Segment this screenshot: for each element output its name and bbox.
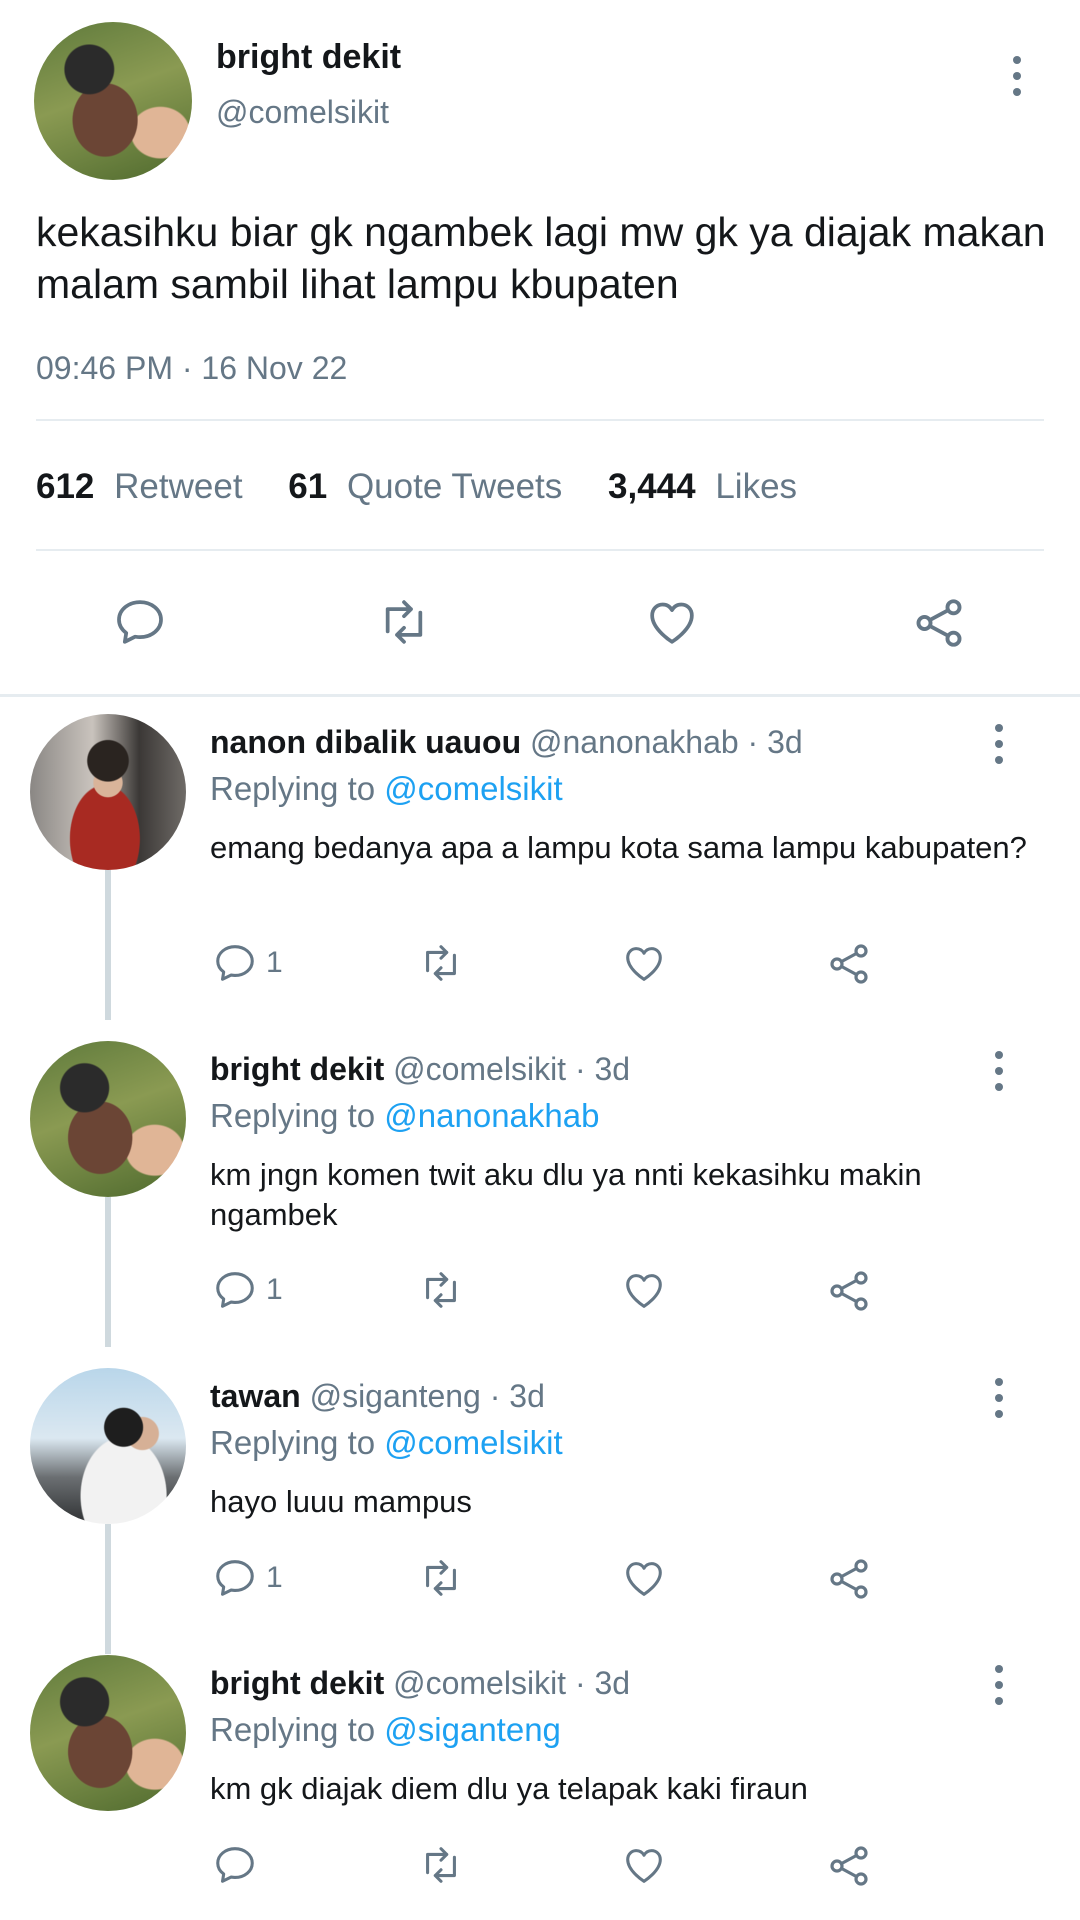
reply-header: nanon dibalik uauou @nanonakhab · 3d <box>210 724 803 761</box>
reply-button[interactable]: 1 <box>212 1267 283 1313</box>
share-icon <box>830 1271 868 1311</box>
reply-icon <box>117 600 163 644</box>
tweet-stats: 612 Retweet 61 Quote Tweets 3,444 Likes <box>36 467 797 507</box>
share-button[interactable] <box>825 1555 873 1603</box>
share-button[interactable] <box>825 1267 873 1315</box>
reply-avatar[interactable] <box>30 1655 186 1811</box>
mention-link[interactable]: @comelsikit <box>384 770 562 807</box>
reply-text: km gk diajak diem dlu ya telapak kaki fi… <box>210 1771 808 1806</box>
share-button[interactable] <box>825 1842 873 1890</box>
reply-text: hayo luuu mampus <box>210 1484 472 1519</box>
reply-icon <box>216 1847 254 1883</box>
like-button[interactable] <box>643 594 701 650</box>
like-icon <box>626 947 662 981</box>
reply-icon <box>216 1560 254 1596</box>
likes-stat[interactable]: 3,444 Likes <box>608 467 797 506</box>
retweet-button[interactable] <box>414 940 468 986</box>
more-icon[interactable] <box>987 1378 1011 1418</box>
divider <box>36 549 1044 551</box>
mention-link[interactable]: @comelsikit <box>384 1424 562 1461</box>
quotes-stat[interactable]: 61 Quote Tweets <box>288 467 572 506</box>
like-icon <box>626 1274 662 1308</box>
like-button[interactable] <box>620 1555 668 1601</box>
retweet-button[interactable] <box>414 1842 468 1888</box>
retweet-icon <box>426 1272 456 1308</box>
share-icon <box>830 1559 868 1599</box>
share-icon <box>830 944 868 984</box>
reply-avatar[interactable] <box>30 1041 186 1197</box>
tweet-timestamp: 09:46 PM · 16 Nov 22 <box>36 350 348 386</box>
retweets-stat[interactable]: 612 Retweet <box>36 467 252 506</box>
share-icon <box>830 1846 868 1886</box>
like-icon <box>626 1562 662 1596</box>
reply-author-name[interactable]: tawan <box>210 1378 301 1414</box>
replying-to: Replying to @comelsikit <box>210 1424 563 1461</box>
reply-button[interactable]: 1 <box>212 1555 283 1601</box>
more-icon[interactable] <box>1005 56 1029 96</box>
reply-button[interactable] <box>212 1842 266 1888</box>
reply-author-name[interactable]: bright dekit <box>210 1665 384 1701</box>
reply-avatar[interactable] <box>30 714 186 870</box>
reply-meta: @comelsikit · 3d <box>393 1051 631 1087</box>
reply-header: tawan @siganteng · 3d <box>210 1378 545 1415</box>
reply-count: 1 <box>266 1273 283 1306</box>
retweet-icon <box>426 1847 456 1883</box>
like-icon <box>626 1849 662 1883</box>
reply-icon <box>216 1272 254 1308</box>
more-icon[interactable] <box>987 724 1011 764</box>
more-icon[interactable] <box>987 1665 1011 1705</box>
reply-icon <box>216 945 254 981</box>
retweet-button[interactable] <box>372 594 436 650</box>
like-icon <box>650 602 694 644</box>
share-icon <box>916 599 962 647</box>
reply-text: emang bedanya apa a lampu kota sama lamp… <box>210 830 1027 865</box>
author-avatar[interactable] <box>34 22 192 180</box>
reply-meta: @comelsikit · 3d <box>393 1665 631 1701</box>
reply-author-name[interactable]: nanon dibalik uauou <box>210 724 521 760</box>
retweet-icon <box>426 945 456 981</box>
like-button[interactable] <box>620 1267 668 1313</box>
reply-meta: @nanonakhab · 3d <box>530 724 803 760</box>
reply-header: bright dekit @comelsikit · 3d <box>210 1051 630 1088</box>
section-divider <box>0 694 1080 697</box>
divider <box>36 419 1044 421</box>
tweet-text: kekasihku biar gk ngambek lagi mw gk ya … <box>36 209 1046 307</box>
reply-header: bright dekit @comelsikit · 3d <box>210 1665 630 1702</box>
replying-to: Replying to @nanonakhab <box>210 1097 600 1134</box>
reply-meta: @siganteng · 3d <box>309 1378 545 1414</box>
retweet-button[interactable] <box>414 1555 468 1601</box>
thread-line <box>105 1197 111 1347</box>
like-button[interactable] <box>620 1842 668 1888</box>
share-button[interactable] <box>825 940 873 988</box>
more-icon[interactable] <box>987 1051 1011 1091</box>
replying-to: Replying to @comelsikit <box>210 770 563 807</box>
reply-count: 1 <box>266 1561 283 1594</box>
mention-link[interactable]: @siganteng <box>384 1711 561 1748</box>
reply-avatar[interactable] <box>30 1368 186 1524</box>
mention-link[interactable]: @nanonakhab <box>384 1097 599 1134</box>
reply-button[interactable] <box>112 594 168 650</box>
retweet-icon <box>426 1560 456 1596</box>
author-name[interactable]: bright dekit <box>216 38 401 77</box>
share-button[interactable] <box>910 594 968 652</box>
author-handle[interactable]: @comelsikit <box>216 94 389 131</box>
reply-author-name[interactable]: bright dekit <box>210 1051 384 1087</box>
reply-button[interactable]: 1 <box>212 940 283 986</box>
thread-line <box>105 870 111 1020</box>
like-button[interactable] <box>620 940 668 986</box>
replying-to: Replying to @siganteng <box>210 1711 561 1748</box>
retweet-button[interactable] <box>414 1267 468 1313</box>
thread-line <box>105 1524 111 1654</box>
reply-text: km jngn komen twit aku dlu ya nnti kekas… <box>210 1157 922 1232</box>
retweet-icon <box>385 600 423 644</box>
reply-count: 1 <box>266 946 283 979</box>
